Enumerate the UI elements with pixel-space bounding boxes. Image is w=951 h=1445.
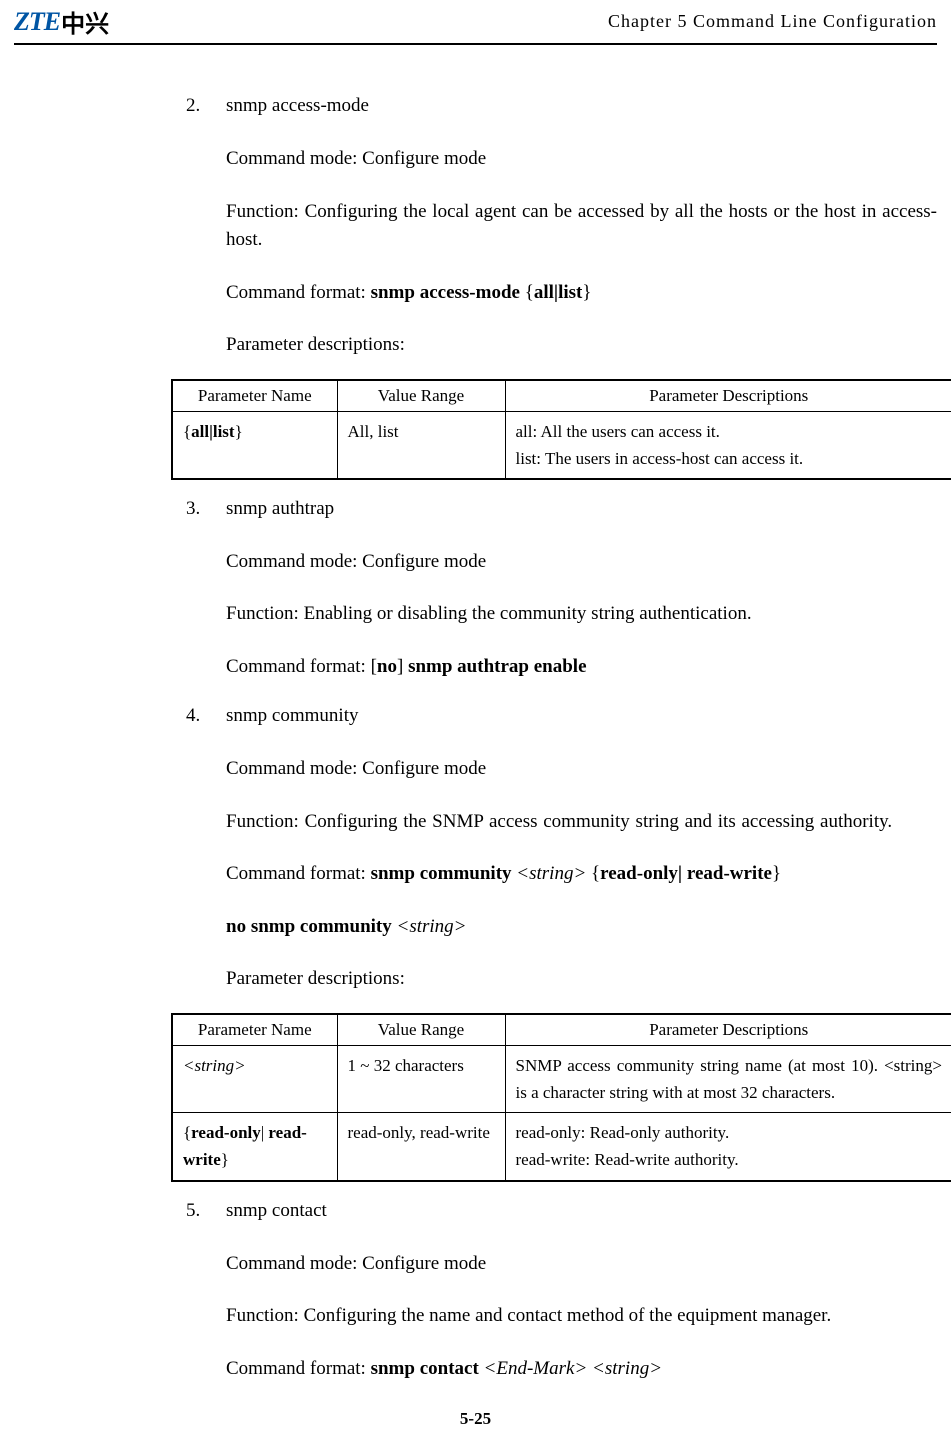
logo: ZTE中兴 bbox=[14, 4, 109, 39]
list-item: 2. snmp access-mode Command mode: Config… bbox=[14, 95, 937, 360]
item-number: 5. bbox=[186, 1200, 226, 1222]
table-row: {all|list} All, list all: All the users … bbox=[172, 411, 951, 479]
table-header: Parameter Name bbox=[172, 1014, 337, 1046]
item-heading: 4. snmp community bbox=[186, 705, 937, 727]
item-heading: 5. snmp contact bbox=[186, 1200, 937, 1222]
item-number: 2. bbox=[186, 95, 226, 117]
table-head: Parameter Name Value Range Parameter Des… bbox=[172, 1014, 951, 1046]
command-mode: Command mode: Configure mode bbox=[226, 755, 937, 784]
table-cell: read-only, read-write bbox=[337, 1113, 505, 1181]
logo-letter: Z bbox=[14, 7, 29, 37]
command-format: Command format: snmp community <string> … bbox=[226, 860, 937, 889]
item-body: Command mode: Configure mode Function: C… bbox=[226, 145, 937, 360]
item-title: snmp authtrap bbox=[226, 498, 334, 520]
item-number: 4. bbox=[186, 705, 226, 727]
table-cell: {all|list} bbox=[172, 411, 337, 479]
table-body: {all|list} All, list all: All the users … bbox=[172, 411, 951, 479]
page-header: ZTE中兴 Chapter 5 Command Line Configurati… bbox=[0, 0, 951, 41]
table-body: <string> 1 ~ 32 characters SNMP access c… bbox=[172, 1045, 951, 1180]
logo-letter: T bbox=[29, 7, 44, 37]
page-content: 2. snmp access-mode Command mode: Config… bbox=[0, 45, 951, 1445]
command-format: Command format: [no] snmp authtrap enabl… bbox=[226, 653, 937, 682]
table-cell: <string> bbox=[172, 1045, 337, 1112]
command-mode: Command mode: Configure mode bbox=[226, 548, 937, 577]
table-header: Value Range bbox=[337, 1014, 505, 1046]
table-header: Parameter Name bbox=[172, 380, 337, 412]
item-number: 3. bbox=[186, 498, 226, 520]
parameter-table: Parameter Name Value Range Parameter Des… bbox=[171, 379, 951, 480]
table-header: Value Range bbox=[337, 380, 505, 412]
item-heading: 2. snmp access-mode bbox=[186, 95, 937, 117]
page-number: 5-25 bbox=[14, 1409, 937, 1429]
table-row: {read-only| read-write} read-only, read-… bbox=[172, 1113, 951, 1181]
table-cell: all: All the users can access it. list: … bbox=[505, 411, 951, 479]
command-mode: Command mode: Configure mode bbox=[226, 145, 937, 174]
function-text: Function: Configuring the local agent ca… bbox=[226, 198, 937, 255]
param-desc-label: Parameter descriptions: bbox=[226, 331, 937, 360]
item-body: Command mode: Configure mode Function: C… bbox=[226, 1250, 937, 1384]
table-cell: read-only: Read-only authority. read-wri… bbox=[505, 1113, 951, 1181]
command-format: Command format: snmp contact <End-Mark> … bbox=[226, 1355, 937, 1384]
item-title: snmp contact bbox=[226, 1200, 327, 1222]
item-heading: 3. snmp authtrap bbox=[186, 498, 937, 520]
command-mode: Command mode: Configure mode bbox=[226, 1250, 937, 1279]
table-cell: All, list bbox=[337, 411, 505, 479]
function-text: Function: Enabling or disabling the comm… bbox=[226, 600, 937, 629]
item-title: snmp community bbox=[226, 705, 358, 727]
chapter-title: Chapter 5 Command Line Configuration bbox=[608, 11, 937, 32]
list-item: 3. snmp authtrap Command mode: Configure… bbox=[14, 498, 937, 682]
table-header: Parameter Descriptions bbox=[505, 380, 951, 412]
table-row: Parameter Name Value Range Parameter Des… bbox=[172, 1014, 951, 1046]
logo-letter: E bbox=[44, 7, 60, 37]
item-body: Command mode: Configure mode Function: E… bbox=[226, 548, 937, 682]
table-head: Parameter Name Value Range Parameter Des… bbox=[172, 380, 951, 412]
no-command: no snmp community <string> bbox=[226, 913, 937, 942]
parameter-table: Parameter Name Value Range Parameter Des… bbox=[171, 1013, 951, 1182]
table-cell: {read-only| read-write} bbox=[172, 1113, 337, 1181]
function-text: Function: Configuring the name and conta… bbox=[226, 1302, 937, 1331]
command-format: Command format: snmp access-mode {all|li… bbox=[226, 279, 937, 308]
table-header: Parameter Descriptions bbox=[505, 1014, 951, 1046]
list-item: 5. snmp contact Command mode: Configure … bbox=[14, 1200, 937, 1384]
list-item: 4. snmp community Command mode: Configur… bbox=[14, 705, 937, 994]
table-row: <string> 1 ~ 32 characters SNMP access c… bbox=[172, 1045, 951, 1112]
function-text: Function: Configuring the SNMP access co… bbox=[226, 808, 937, 837]
logo-cn: 中兴 bbox=[61, 4, 109, 39]
item-title: snmp access-mode bbox=[226, 95, 369, 117]
table-cell: 1 ~ 32 characters bbox=[337, 1045, 505, 1112]
item-body: Command mode: Configure mode Function: C… bbox=[226, 755, 937, 994]
table-row: Parameter Name Value Range Parameter Des… bbox=[172, 380, 951, 412]
table-cell: SNMP access community string name (at mo… bbox=[505, 1045, 951, 1112]
param-desc-label: Parameter descriptions: bbox=[226, 965, 937, 994]
